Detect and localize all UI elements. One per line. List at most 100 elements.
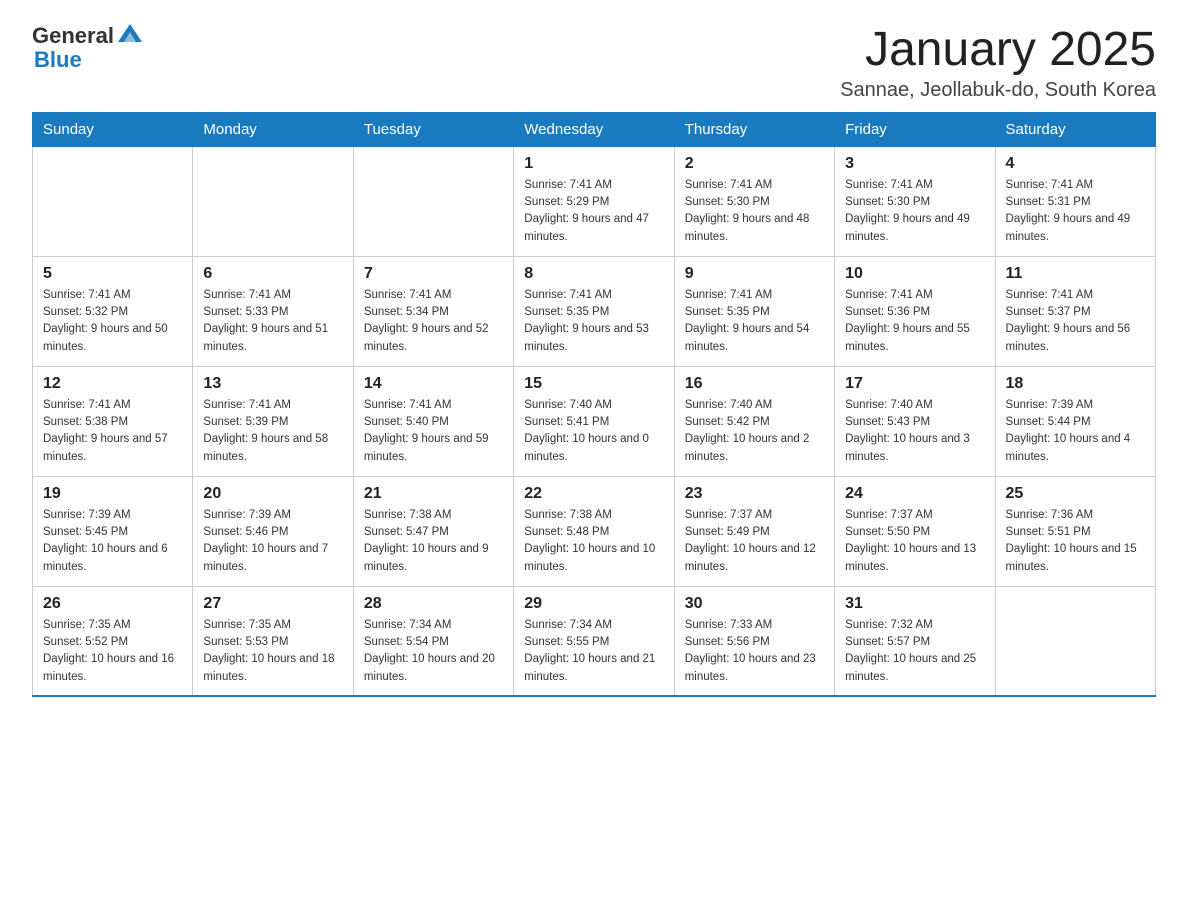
day-cell: 22 Sunrise: 7:38 AM Sunset: 5:48 PM Dayli… — [514, 476, 674, 586]
week-row-4: 19 Sunrise: 7:39 AM Sunset: 5:45 PM Dayli… — [33, 476, 1156, 586]
day-cell: 25Sunrise: 7:36 AM Sunset: 5:51 PM Dayli… — [995, 476, 1155, 586]
month-title: January 2025 — [840, 24, 1156, 77]
day-cell: 12 Sunrise: 7:41 AM Sunset: 5:38 PM Dayli… — [33, 366, 193, 476]
calendar-header: SundayMondayTuesdayWednesdayThursdayFrid… — [33, 112, 1156, 146]
day-cell: 20 Sunrise: 7:39 AM Sunset: 5:46 PM Dayli… — [193, 476, 353, 586]
day-number: 23 — [685, 485, 824, 503]
day-number: 20 — [203, 485, 342, 503]
day-info: Sunrise: 7:40 AM Sunset: 5:42 PM Dayligh… — [685, 397, 824, 466]
day-number: 28 — [364, 595, 503, 613]
day-info: Sunrise: 7:41 AM Sunset: 5:38 PM Dayligh… — [43, 397, 182, 466]
day-info: Sunrise: 7:41 AM Sunset: 5:29 PM Dayligh… — [524, 177, 663, 246]
day-cell: 2Sunrise: 7:41 AM Sunset: 5:30 PM Daylig… — [674, 146, 834, 256]
logo-blue: Blue — [34, 48, 144, 72]
day-info: Sunrise: 7:35 AM Sunset: 5:53 PM Dayligh… — [203, 617, 342, 686]
day-cell: 1 Sunrise: 7:41 AM Sunset: 5:29 PM Daylig… — [514, 146, 674, 256]
page-header: General Blue January 2025 Sannae, Jeolla… — [32, 24, 1156, 102]
header-cell-tuesday: Tuesday — [353, 112, 513, 146]
day-number: 7 — [364, 265, 503, 283]
day-info: Sunrise: 7:34 AM Sunset: 5:54 PM Dayligh… — [364, 617, 503, 686]
day-number: 25 — [1006, 485, 1145, 503]
day-number: 13 — [203, 375, 342, 393]
day-number: 6 — [203, 265, 342, 283]
header-cell-thursday: Thursday — [674, 112, 834, 146]
day-info: Sunrise: 7:41 AM Sunset: 5:32 PM Dayligh… — [43, 287, 182, 356]
header-row: SundayMondayTuesdayWednesdayThursdayFrid… — [33, 112, 1156, 146]
day-cell: 7 Sunrise: 7:41 AM Sunset: 5:34 PM Daylig… — [353, 256, 513, 366]
day-info: Sunrise: 7:37 AM Sunset: 5:50 PM Dayligh… — [845, 507, 984, 576]
day-number: 16 — [685, 375, 824, 393]
week-row-3: 12 Sunrise: 7:41 AM Sunset: 5:38 PM Dayli… — [33, 366, 1156, 476]
day-info: Sunrise: 7:41 AM Sunset: 5:39 PM Dayligh… — [203, 397, 342, 466]
day-number: 1 — [524, 155, 663, 173]
header-cell-sunday: Sunday — [33, 112, 193, 146]
day-info: Sunrise: 7:41 AM Sunset: 5:35 PM Dayligh… — [685, 287, 824, 356]
day-number: 30 — [685, 595, 824, 613]
day-info: Sunrise: 7:41 AM Sunset: 5:34 PM Dayligh… — [364, 287, 503, 356]
day-info: Sunrise: 7:41 AM Sunset: 5:40 PM Dayligh… — [364, 397, 503, 466]
day-info: Sunrise: 7:41 AM Sunset: 5:30 PM Dayligh… — [845, 177, 984, 246]
day-cell: 4Sunrise: 7:41 AM Sunset: 5:31 PM Daylig… — [995, 146, 1155, 256]
day-info: Sunrise: 7:41 AM Sunset: 5:31 PM Dayligh… — [1006, 177, 1145, 246]
calendar-body: 1 Sunrise: 7:41 AM Sunset: 5:29 PM Daylig… — [33, 146, 1156, 696]
day-cell: 5 Sunrise: 7:41 AM Sunset: 5:32 PM Daylig… — [33, 256, 193, 366]
day-cell: 16 Sunrise: 7:40 AM Sunset: 5:42 PM Dayli… — [674, 366, 834, 476]
title-block: January 2025 Sannae, Jeollabuk-do, South… — [840, 24, 1156, 102]
day-cell: 11 Sunrise: 7:41 AM Sunset: 5:37 PM Dayli… — [995, 256, 1155, 366]
day-cell: 8Sunrise: 7:41 AM Sunset: 5:35 PM Daylig… — [514, 256, 674, 366]
day-cell: 24Sunrise: 7:37 AM Sunset: 5:50 PM Dayli… — [835, 476, 995, 586]
logo: General Blue — [32, 24, 144, 72]
day-number: 21 — [364, 485, 503, 503]
day-cell: 27 Sunrise: 7:35 AM Sunset: 5:53 PM Dayli… — [193, 586, 353, 696]
day-cell: 15Sunrise: 7:40 AM Sunset: 5:41 PM Dayli… — [514, 366, 674, 476]
day-info: Sunrise: 7:34 AM Sunset: 5:55 PM Dayligh… — [524, 617, 663, 686]
day-number: 19 — [43, 485, 182, 503]
day-info: Sunrise: 7:39 AM Sunset: 5:46 PM Dayligh… — [203, 507, 342, 576]
day-cell — [995, 586, 1155, 696]
day-number: 17 — [845, 375, 984, 393]
day-cell — [33, 146, 193, 256]
location-title: Sannae, Jeollabuk-do, South Korea — [840, 79, 1156, 102]
day-cell: 26 Sunrise: 7:35 AM Sunset: 5:52 PM Dayli… — [33, 586, 193, 696]
day-cell: 17 Sunrise: 7:40 AM Sunset: 5:43 PM Dayli… — [835, 366, 995, 476]
day-cell: 18Sunrise: 7:39 AM Sunset: 5:44 PM Dayli… — [995, 366, 1155, 476]
day-cell: 10Sunrise: 7:41 AM Sunset: 5:36 PM Dayli… — [835, 256, 995, 366]
day-cell — [353, 146, 513, 256]
day-info: Sunrise: 7:35 AM Sunset: 5:52 PM Dayligh… — [43, 617, 182, 686]
header-cell-friday: Friday — [835, 112, 995, 146]
logo-general: General — [32, 24, 114, 48]
day-cell: 3Sunrise: 7:41 AM Sunset: 5:30 PM Daylig… — [835, 146, 995, 256]
day-number: 31 — [845, 595, 984, 613]
day-info: Sunrise: 7:37 AM Sunset: 5:49 PM Dayligh… — [685, 507, 824, 576]
day-number: 22 — [524, 485, 663, 503]
day-cell: 21Sunrise: 7:38 AM Sunset: 5:47 PM Dayli… — [353, 476, 513, 586]
day-cell: 23 Sunrise: 7:37 AM Sunset: 5:49 PM Dayli… — [674, 476, 834, 586]
week-row-5: 26 Sunrise: 7:35 AM Sunset: 5:52 PM Dayli… — [33, 586, 1156, 696]
week-row-2: 5 Sunrise: 7:41 AM Sunset: 5:32 PM Daylig… — [33, 256, 1156, 366]
day-info: Sunrise: 7:39 AM Sunset: 5:45 PM Dayligh… — [43, 507, 182, 576]
day-info: Sunrise: 7:40 AM Sunset: 5:43 PM Dayligh… — [845, 397, 984, 466]
day-number: 5 — [43, 265, 182, 283]
day-cell: 13 Sunrise: 7:41 AM Sunset: 5:39 PM Dayli… — [193, 366, 353, 476]
logo-icon — [116, 20, 144, 48]
day-cell: 19 Sunrise: 7:39 AM Sunset: 5:45 PM Dayli… — [33, 476, 193, 586]
day-info: Sunrise: 7:32 AM Sunset: 5:57 PM Dayligh… — [845, 617, 984, 686]
day-number: 26 — [43, 595, 182, 613]
day-number: 12 — [43, 375, 182, 393]
day-cell: 29 Sunrise: 7:34 AM Sunset: 5:55 PM Dayli… — [514, 586, 674, 696]
day-info: Sunrise: 7:41 AM Sunset: 5:35 PM Dayligh… — [524, 287, 663, 356]
day-cell: 14Sunrise: 7:41 AM Sunset: 5:40 PM Dayli… — [353, 366, 513, 476]
day-number: 11 — [1006, 265, 1145, 283]
day-number: 2 — [685, 155, 824, 173]
day-info: Sunrise: 7:39 AM Sunset: 5:44 PM Dayligh… — [1006, 397, 1145, 466]
day-info: Sunrise: 7:41 AM Sunset: 5:33 PM Dayligh… — [203, 287, 342, 356]
day-number: 27 — [203, 595, 342, 613]
day-info: Sunrise: 7:38 AM Sunset: 5:48 PM Dayligh… — [524, 507, 663, 576]
calendar-table: SundayMondayTuesdayWednesdayThursdayFrid… — [32, 112, 1156, 698]
day-cell: 30 Sunrise: 7:33 AM Sunset: 5:56 PM Dayli… — [674, 586, 834, 696]
day-number: 10 — [845, 265, 984, 283]
day-cell: 9Sunrise: 7:41 AM Sunset: 5:35 PM Daylig… — [674, 256, 834, 366]
day-info: Sunrise: 7:33 AM Sunset: 5:56 PM Dayligh… — [685, 617, 824, 686]
day-info: Sunrise: 7:41 AM Sunset: 5:37 PM Dayligh… — [1006, 287, 1145, 356]
day-number: 29 — [524, 595, 663, 613]
